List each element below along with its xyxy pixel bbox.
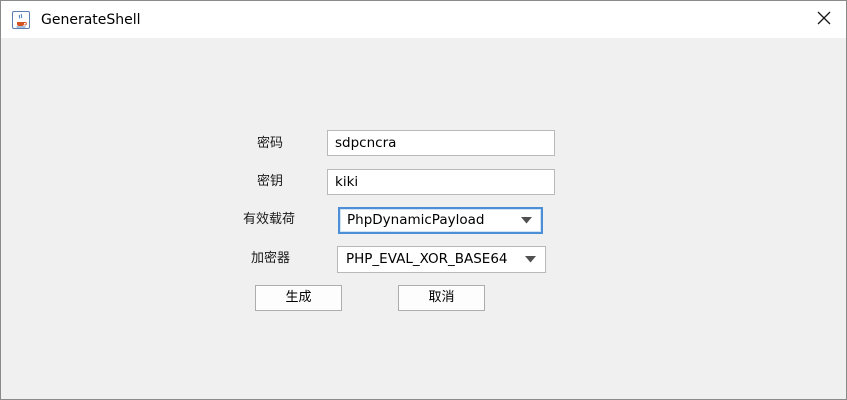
key-field[interactable]: kiki bbox=[327, 169, 555, 195]
generate-button[interactable]: 生成 bbox=[255, 285, 342, 311]
cancel-button[interactable]: 取消 bbox=[398, 285, 485, 311]
password-label: 密码 bbox=[257, 136, 284, 151]
generate-shell-window: GenerateShell 密码 sdpcncra 密钥 kiki 有效载荷 P… bbox=[0, 0, 847, 400]
password-field[interactable]: sdpcncra bbox=[327, 130, 555, 156]
payload-label: 有效载荷 bbox=[243, 212, 296, 227]
cryption-selected-value: PHP_EVAL_XOR_BASE64 bbox=[346, 251, 508, 267]
cryption-label: 加密器 bbox=[251, 251, 291, 266]
payload-select[interactable]: PhpDynamicPayload bbox=[338, 207, 543, 234]
payload-selected-value: PhpDynamicPayload bbox=[347, 212, 485, 228]
window-title: GenerateShell bbox=[41, 12, 141, 28]
java-app-icon bbox=[12, 11, 30, 29]
close-button[interactable] bbox=[801, 1, 846, 38]
key-label: 密钥 bbox=[257, 174, 284, 189]
chevron-down-icon bbox=[525, 247, 536, 272]
title-bar[interactable]: GenerateShell bbox=[1, 1, 846, 38]
close-icon bbox=[817, 10, 831, 29]
cryption-select[interactable]: PHP_EVAL_XOR_BASE64 bbox=[337, 246, 546, 273]
chevron-down-icon bbox=[521, 209, 532, 232]
dialog-content: 密码 sdpcncra 密钥 kiki 有效载荷 PhpDynamicPaylo… bbox=[1, 38, 846, 399]
